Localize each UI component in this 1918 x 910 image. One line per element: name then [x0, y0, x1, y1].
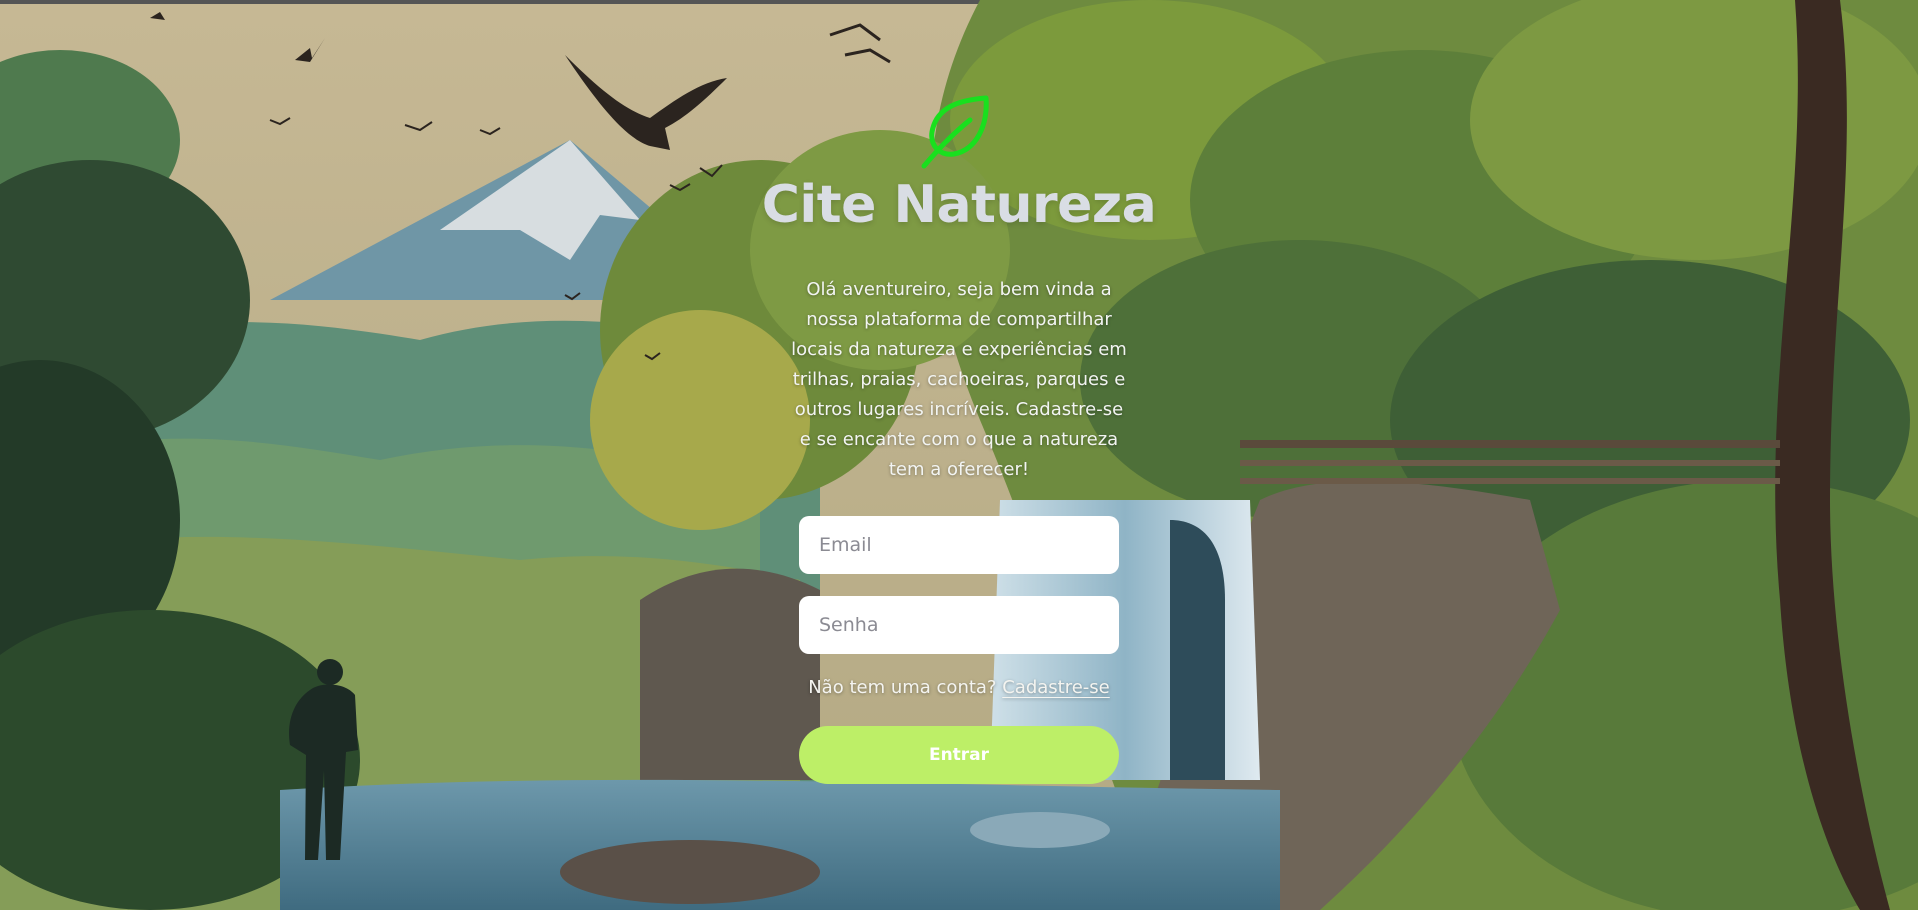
page-title: Cite Natureza [761, 175, 1157, 235]
login-page: Cite Natureza Olá aventureiro, seja bem … [0, 0, 1918, 910]
login-panel: Cite Natureza Olá aventureiro, seja bem … [0, 0, 1918, 910]
signup-prompt-text: Não tem uma conta? [808, 677, 997, 698]
intro-text: Olá aventureiro, seja bem vinda a nossa … [791, 279, 1127, 480]
signup-link[interactable]: Cadastre-se [1002, 677, 1110, 698]
leaf-icon [921, 95, 989, 169]
password-input[interactable] [799, 596, 1119, 654]
login-button[interactable]: Entrar [799, 726, 1119, 784]
email-input[interactable] [799, 516, 1119, 574]
signup-prompt-line: Não tem uma conta? Cadastre-se [790, 677, 1128, 698]
